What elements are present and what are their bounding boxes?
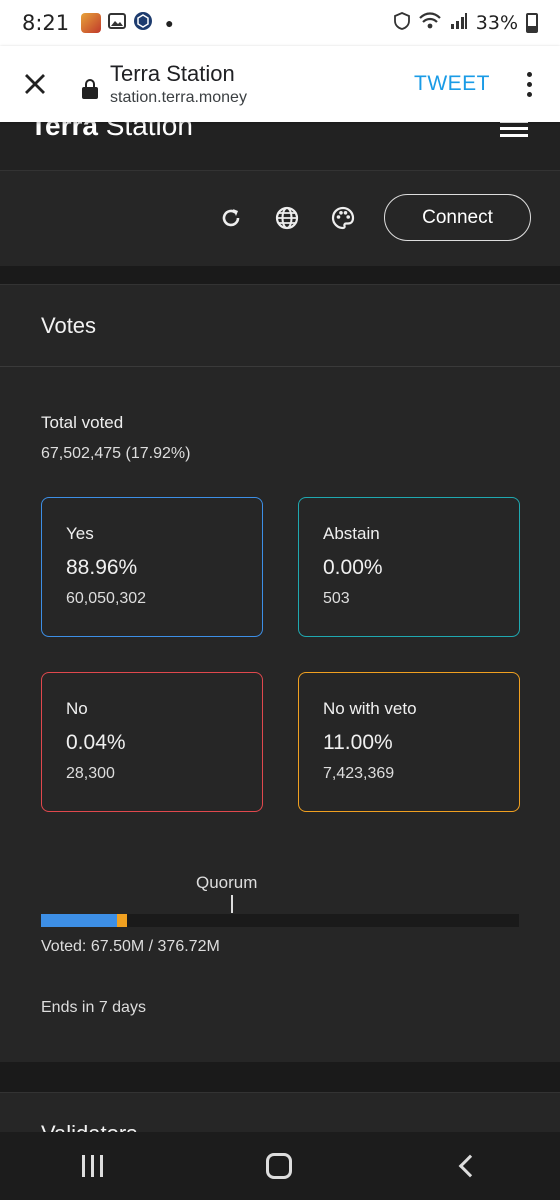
- custom-tab-header: Terra Station station.terra.money TWEET: [0, 46, 560, 122]
- vote-option-label: No with veto: [323, 699, 417, 718]
- total-voted-label: Total voted: [41, 413, 124, 432]
- refresh-icon[interactable]: [218, 205, 244, 231]
- vote-option-abstain: Abstain 0.00% 503: [298, 497, 520, 637]
- more-notifications-dot: ●: [165, 15, 174, 31]
- ends-in-text: Ends in 7 days: [41, 999, 146, 1016]
- vote-option-no-with-veto: No with veto 11.00% 7,423,369: [298, 672, 520, 812]
- page-url: station.terra.money: [110, 89, 247, 106]
- vote-option-label: Yes: [66, 524, 94, 543]
- total-voted-value: 67,502,475 (17.92%): [41, 445, 191, 462]
- signal-icon: [450, 12, 468, 35]
- home-button[interactable]: [266, 1153, 293, 1179]
- site-logo[interactable]: Terra Station: [30, 122, 193, 142]
- vote-option-count: 28,300: [66, 765, 115, 782]
- hamburger-menu-icon[interactable]: [500, 122, 528, 137]
- wifi-icon: [418, 11, 442, 36]
- vote-option-percent: 0.00%: [323, 556, 383, 579]
- quorum-label: Quorum: [196, 873, 258, 892]
- vote-option-count: 60,050,302: [66, 590, 147, 607]
- back-button[interactable]: [458, 1154, 482, 1178]
- game-app-icon: [81, 13, 102, 33]
- progress-yes-segment: [41, 914, 118, 927]
- vote-option-no: No 0.04% 28,300: [41, 672, 263, 812]
- crypto-app-icon: [133, 11, 153, 36]
- status-time: 8:21: [22, 11, 70, 35]
- validators-card: Validators: [0, 1092, 560, 1132]
- vote-option-yes: Yes 88.96% 60,050,302: [41, 497, 263, 637]
- voted-summary: Voted: 67.50M / 376.72M: [41, 938, 220, 955]
- voting-progress-fill: [41, 914, 127, 927]
- close-button[interactable]: [0, 46, 70, 122]
- voting-progress-bar: [41, 914, 519, 927]
- site-header: Terra Station: [0, 122, 560, 170]
- progress-veto-segment: [117, 914, 127, 927]
- status-bar: 8:21 ● 33%: [0, 0, 560, 46]
- close-icon: [25, 74, 45, 94]
- tweet-button[interactable]: TWEET: [414, 72, 490, 96]
- status-right: 33%: [393, 11, 538, 36]
- lock-icon: [82, 79, 98, 99]
- gallery-icon: [107, 11, 127, 36]
- validators-heading: Validators: [41, 1121, 137, 1132]
- vote-option-label: No: [66, 699, 88, 718]
- quorum-marker: [231, 895, 233, 913]
- recent-apps-button[interactable]: [81, 1155, 103, 1177]
- vote-option-count: 7,423,369: [323, 765, 395, 782]
- vote-option-percent: 88.96%: [66, 556, 138, 579]
- votes-heading: Votes: [0, 285, 560, 367]
- page-title: Terra Station: [110, 61, 235, 86]
- palette-icon[interactable]: [330, 205, 356, 231]
- overflow-menu-button[interactable]: [514, 71, 544, 97]
- vote-option-percent: 0.04%: [66, 731, 126, 754]
- battery-percent: 33%: [475, 12, 518, 34]
- connect-button[interactable]: Connect: [384, 194, 531, 241]
- notification-icons: ●: [81, 11, 174, 36]
- tools-bar: Connect: [0, 170, 560, 266]
- vote-option-label: Abstain: [323, 524, 380, 543]
- navigation-bar: [0, 1132, 560, 1200]
- globe-icon[interactable]: [274, 205, 300, 231]
- shield-icon: [393, 11, 410, 35]
- vote-option-count: 503: [323, 590, 350, 607]
- vote-option-percent: 11.00%: [323, 731, 393, 754]
- battery-icon: [526, 13, 538, 33]
- votes-card: Votes Total voted 67,502,475 (17.92%) Ye…: [0, 284, 560, 1062]
- tab-titles: Terra Station station.terra.money: [110, 61, 247, 107]
